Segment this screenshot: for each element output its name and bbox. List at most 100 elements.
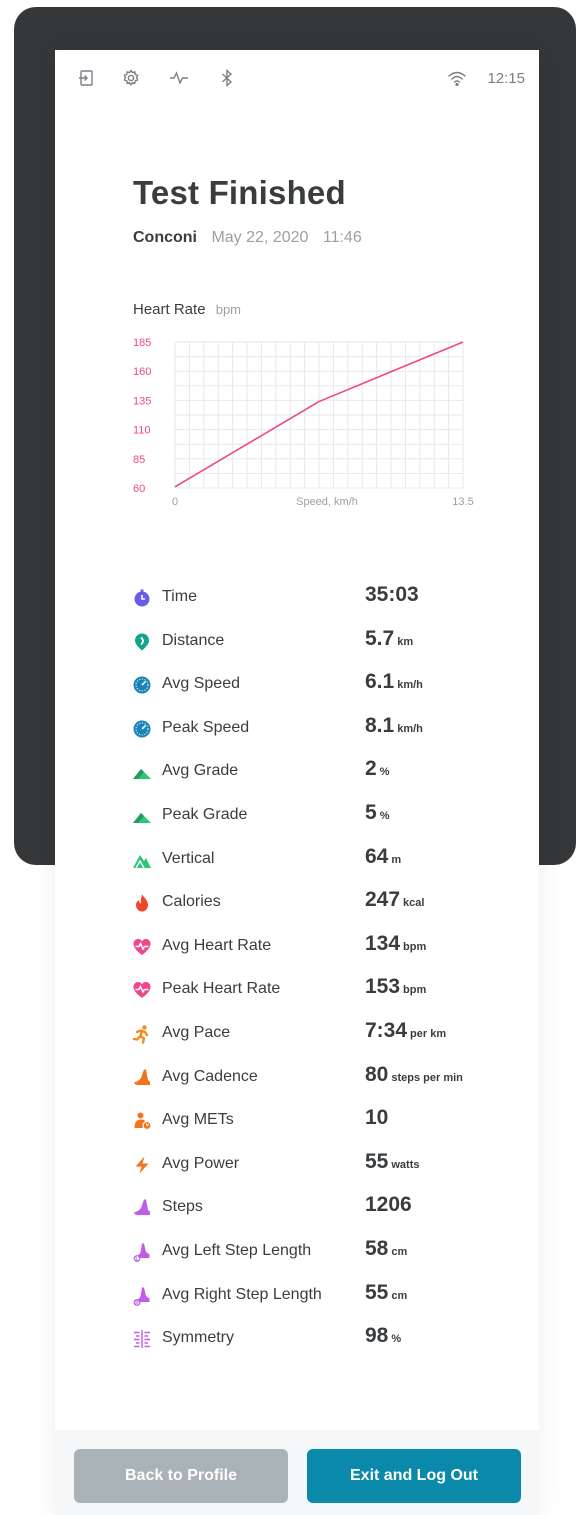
svg-text:R: R <box>135 1300 139 1306</box>
x-tick-label: 0 <box>172 496 178 508</box>
y-tick-label: 160 <box>133 366 151 378</box>
stat-number: 64 <box>365 845 389 868</box>
stat-label: Avg Power <box>162 1155 240 1172</box>
stat-value: 55 cm <box>365 1281 407 1305</box>
stat-row: Avg Pace 7:34 per km <box>55 1017 539 1061</box>
mets-icon <box>134 1112 152 1131</box>
stat-row: Time 35:03 <box>55 581 539 625</box>
stat-number: 134 <box>365 932 401 955</box>
stat-row: Calories 247 kcal <box>55 886 539 930</box>
stat-value: 134 bpm <box>365 932 426 956</box>
stat-row: Distance 5.7 km <box>55 625 539 669</box>
shoe-right-icon: R <box>133 1287 150 1306</box>
stat-value: 98% <box>365 1324 401 1348</box>
stat-number: 247 <box>365 888 401 911</box>
stat-unit: km <box>397 636 414 648</box>
shoe-left-icon: L <box>133 1243 150 1262</box>
stat-label: Avg Grade <box>162 762 239 779</box>
stat-row: Avg Cadence 80 steps per min <box>55 1061 539 1105</box>
shoe-icon <box>134 1069 150 1085</box>
stat-number: 1206 <box>365 1193 412 1216</box>
heart-rate-chart: 185 160 135 110 85 60 0 13.5 Speed, km/h <box>133 337 474 508</box>
stat-number: 55 <box>365 1281 389 1304</box>
stat-value: 8.1 km/h <box>365 714 423 738</box>
y-tick-label: 135 <box>133 395 151 407</box>
mountain-icon <box>133 855 151 869</box>
stat-number: 80 <box>365 1063 389 1086</box>
stat-label: Peak Heart Rate <box>162 980 281 997</box>
stat-number: 8.1 <box>365 714 395 737</box>
stat-value: 10 <box>365 1106 388 1130</box>
stat-value: 7:34 per km <box>365 1019 446 1043</box>
stat-value: 64 m <box>365 845 401 869</box>
stat-label: Avg Speed <box>162 675 240 692</box>
y-tick-label: 110 <box>133 425 151 437</box>
stat-unit: cm <box>391 1246 408 1258</box>
chart-y-ticks: 185 160 135 110 85 60 <box>133 337 151 495</box>
stat-label: Avg Left Step Length <box>162 1242 312 1259</box>
y-tick-label: 60 <box>133 483 145 495</box>
footer: Back to Profile Exit and Log Out <box>55 1430 539 1515</box>
incline-icon <box>133 769 151 779</box>
stat-value: 58 cm <box>365 1237 407 1261</box>
chart-x-ticks: 0 13.5 Speed, km/h <box>172 496 474 508</box>
stat-row: L Avg Left Step Length 58 cm <box>55 1235 539 1279</box>
stat-value: 5.7 km <box>365 627 413 651</box>
flame-icon <box>136 894 148 912</box>
app-screen: 12:15 Test Finished Conconi May 22, 2020… <box>55 50 539 1515</box>
stat-label: Peak Speed <box>162 719 250 736</box>
exit-and-log-out-button[interactable]: Exit and Log Out <box>307 1449 521 1503</box>
shoe-icon <box>134 1199 150 1215</box>
stat-label: Avg Right Step Length <box>162 1286 322 1303</box>
stat-value: 35:03 <box>365 583 419 607</box>
stat-unit: % <box>379 766 390 778</box>
stat-value: 5% <box>365 801 389 825</box>
runner-icon <box>132 1025 149 1044</box>
stat-label: Avg Cadence <box>162 1068 258 1085</box>
stat-unit: per km <box>410 1028 447 1040</box>
stat-row: Avg Speed 6.1 km/h <box>55 668 539 712</box>
stat-value: 80 steps per min <box>365 1063 463 1087</box>
stat-unit: km/h <box>397 679 423 691</box>
stat-value: 2% <box>365 757 389 781</box>
svg-text:L: L <box>135 1256 138 1262</box>
stat-number: 5.7 <box>365 627 395 650</box>
stat-unit: kcal <box>403 897 425 909</box>
stat-number: 5 <box>365 801 377 824</box>
stat-number: 2 <box>365 757 377 780</box>
stopwatch-icon <box>134 589 150 607</box>
stat-row: Avg Power 55 watts <box>55 1148 539 1192</box>
stat-row: Vertical 64 m <box>55 843 539 887</box>
stat-row: Steps 1206 <box>55 1191 539 1235</box>
stat-unit: bpm <box>403 941 427 953</box>
stat-row: R Avg Right Step Length 55 cm <box>55 1279 539 1323</box>
stat-label: Avg Pace <box>162 1024 231 1041</box>
lightning-icon <box>135 1156 149 1174</box>
stat-value: 247 kcal <box>365 888 424 912</box>
stat-unit: km/h <box>397 723 423 735</box>
heart-pulse-icon <box>133 982 151 998</box>
stat-row: Avg Heart Rate 134 bpm <box>55 930 539 974</box>
heart-pulse-icon <box>133 939 151 955</box>
stat-number: 6.1 <box>365 670 395 693</box>
stat-label: Peak Grade <box>162 806 248 823</box>
stat-unit: % <box>391 1333 402 1345</box>
chart-grid <box>174 341 464 489</box>
stat-row: Symmetry 98% <box>55 1322 539 1366</box>
x-tick-label: 13.5 <box>452 496 473 508</box>
stat-label: Calories <box>162 893 221 910</box>
stat-row: Peak Grade 5% <box>55 799 539 843</box>
x-axis-label: Speed, km/h <box>296 496 358 508</box>
stat-label: Distance <box>162 632 225 649</box>
incline-icon <box>133 813 151 823</box>
y-tick-label: 85 <box>133 454 145 466</box>
stat-label: Avg METs <box>162 1111 234 1128</box>
stat-label: Avg Heart Rate <box>162 937 272 954</box>
back-to-profile-button[interactable]: Back to Profile <box>74 1449 288 1503</box>
stat-row: Avg METs 10 <box>55 1104 539 1148</box>
stat-value: 6.1 km/h <box>365 670 423 694</box>
stat-row: Peak Speed 8.1 km/h <box>55 712 539 756</box>
stat-unit: watts <box>391 1159 420 1171</box>
stat-number: 55 <box>365 1150 389 1173</box>
symmetry-icon <box>134 1330 150 1348</box>
